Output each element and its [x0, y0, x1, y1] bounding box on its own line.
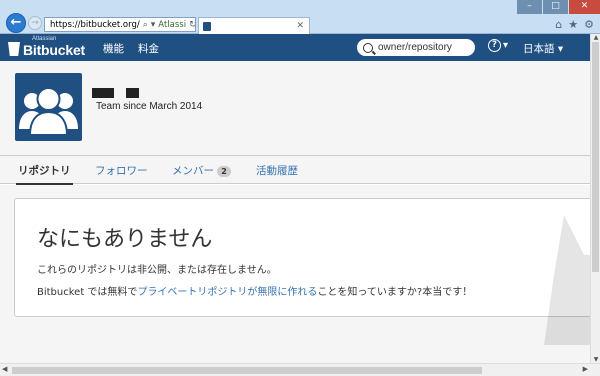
empty-state-card: なにもありません これらのリポジトリは非公開、または存在しません。 Bitbuc… [14, 198, 590, 317]
scroll-up-icon[interactable]: ▲ [591, 34, 600, 41]
team-avatar-icon [19, 87, 78, 136]
scroll-left-icon[interactable]: ◀ [2, 365, 7, 373]
star-icon[interactable]: ★ [568, 18, 578, 31]
tab-followers[interactable]: フォロワー [95, 163, 148, 178]
search-box[interactable]: owner/repository [357, 39, 475, 56]
profile-tabs: リポジトリ フォロワー メンバー 2 活動履歴 [0, 156, 600, 186]
language-selector[interactable]: 日本語 ▾ [523, 41, 563, 56]
browser-toolbar: ⌂ ★ ⚙ [555, 18, 594, 31]
vertical-scrollbar[interactable]: ▲ ▼ [590, 34, 600, 363]
close-window-button[interactable]: ✕ [568, 0, 600, 14]
help-caret: ▾ [503, 40, 509, 51]
horizontal-scrollbar[interactable]: ◀ ▶ [0, 363, 600, 376]
logo-bitbucket: Bitbucket [23, 42, 85, 58]
private-repos-link[interactable]: プライベートリポジトリが無限に作れる [137, 287, 317, 298]
window-controls: – □ ✕ [516, 0, 600, 14]
bitbucket-logo[interactable]: Atlassian Bitbucket [8, 36, 92, 60]
promo-prefix: Bitbucket では無料で [37, 287, 138, 298]
back-button[interactable]: ← [6, 13, 26, 33]
gear-icon[interactable]: ⚙ [584, 18, 594, 31]
tab-repositories[interactable]: リポジトリ [16, 163, 72, 186]
promo-suffix: ことを知っていますか?本当です！ [317, 287, 473, 298]
empty-state-message: これらのリポジトリは非公開、または存在しません。 [37, 265, 277, 276]
redacted-name [92, 88, 114, 98]
tab-activity[interactable]: 活動履歴 [256, 163, 298, 178]
empty-state-promo: Bitbucket では無料でプライベートリポジトリが無限に作れることを知ってい… [37, 283, 472, 298]
refresh-icon[interactable]: ↻ [189, 20, 195, 30]
home-icon[interactable]: ⌂ [555, 18, 562, 31]
site-header: Atlassian Bitbucket 機能 料金 owner/reposito… [0, 34, 600, 61]
search-icon [363, 42, 373, 53]
nav-features[interactable]: 機能 [103, 41, 124, 56]
decorative-figure-icon [544, 215, 590, 345]
horizontal-scroll-thumb[interactable] [12, 367, 482, 374]
nav-pricing[interactable]: 料金 [138, 41, 159, 56]
members-count-badge: 2 [217, 166, 231, 177]
help-menu[interactable]: ? ▾ [488, 39, 508, 52]
minimize-button[interactable]: – [516, 0, 542, 14]
tab-members[interactable]: メンバー 2 [172, 163, 231, 178]
vertical-scroll-thumb[interactable] [592, 42, 599, 272]
empty-state-title: なにもありません [37, 227, 213, 252]
tab-close-icon[interactable]: ✕ [296, 21, 304, 31]
team-since: Team since March 2014 [96, 101, 203, 112]
browser-chrome: – □ ✕ ← → https://bitbucket.org/ ⌕ ▾ Atl… [0, 0, 600, 34]
header-nav: 機能 料金 [103, 41, 159, 56]
scroll-down-icon[interactable]: ▼ [591, 356, 600, 363]
tab-members-label: メンバー [172, 165, 214, 177]
dropdown-icon[interactable]: ▾ [151, 20, 156, 30]
help-icon: ? [488, 39, 501, 52]
main-content: なにもありません これらのリポジトリは非公開、または存在しません。 Bitbuc… [0, 185, 590, 363]
search-icon[interactable]: ⌕ [143, 20, 148, 30]
site-identity[interactable]: Atlassi [158, 20, 186, 30]
browser-tab[interactable]: ✕ [198, 17, 310, 34]
forward-button[interactable]: → [28, 16, 42, 30]
team-avatar [15, 73, 82, 141]
bucket-icon [8, 42, 20, 56]
address-bar[interactable]: https://bitbucket.org/ ⌕ ▾ Atlassi ↻ [44, 17, 196, 32]
bitbucket-favicon-icon [203, 21, 211, 31]
redacted-name-part [126, 88, 139, 98]
scroll-right-icon[interactable]: ▶ [583, 365, 588, 373]
address-url: https://bitbucket.org/ [50, 19, 140, 30]
maximize-button[interactable]: □ [542, 0, 568, 14]
team-profile: Team since March 2014 [0, 61, 600, 156]
search-placeholder: owner/repository [378, 42, 452, 53]
